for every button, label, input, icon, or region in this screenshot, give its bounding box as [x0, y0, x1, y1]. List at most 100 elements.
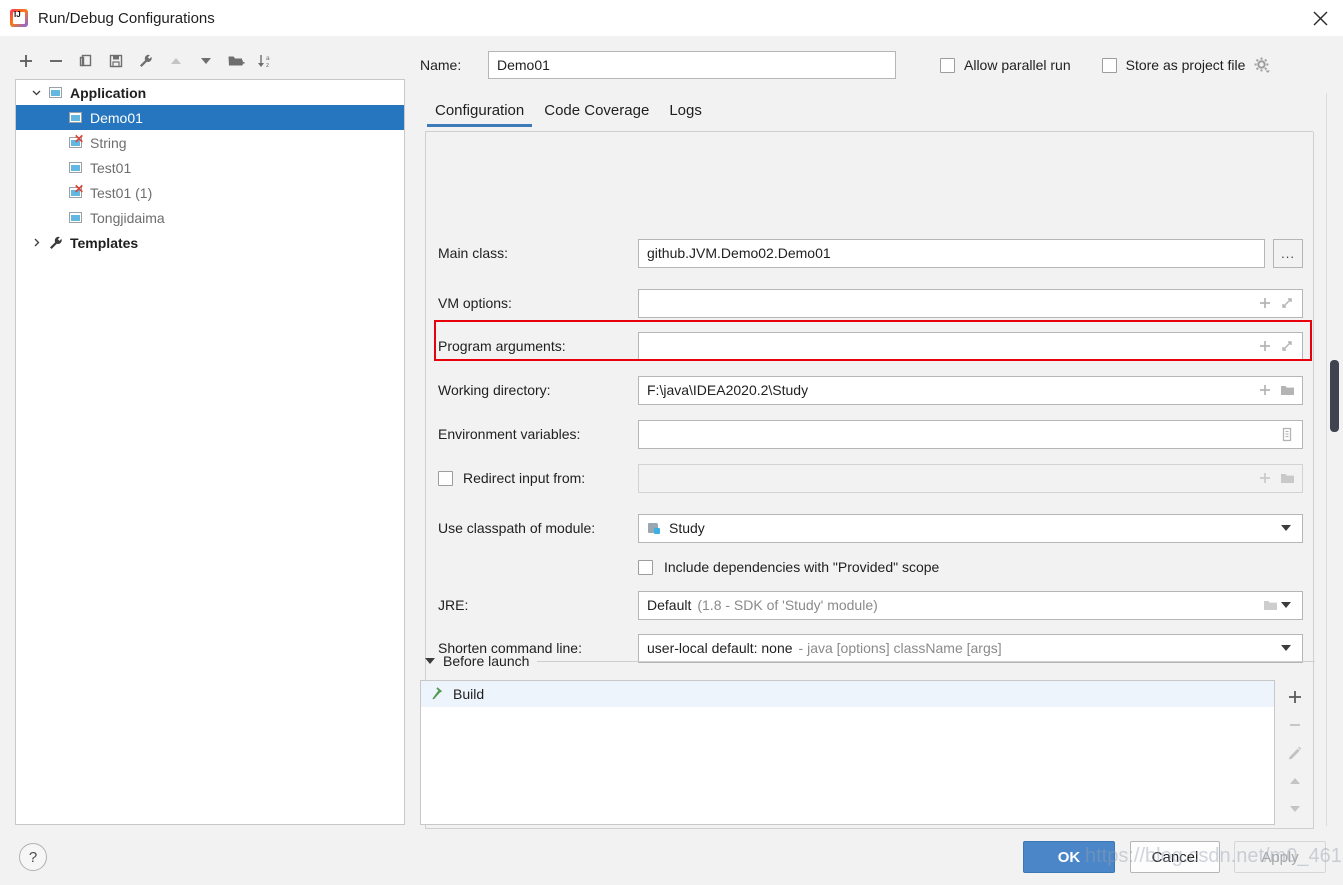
folder-icon[interactable] [1276, 467, 1298, 489]
expand-diagonal-icon[interactable] [1276, 292, 1298, 314]
close-icon[interactable] [1297, 0, 1343, 36]
before-launch-edit-button[interactable] [1281, 740, 1309, 766]
use-classpath-row: Use classpath of module: Study [438, 513, 1303, 543]
tree-node-templates[interactable]: Templates [16, 230, 404, 255]
new-folder-button[interactable] [224, 49, 248, 73]
main-class-input[interactable]: github.JVM.Demo02.Demo01 [638, 239, 1265, 268]
main-class-browse-button[interactable]: ... [1273, 239, 1303, 268]
before-launch-item-build[interactable]: Build [421, 681, 1274, 707]
remove-configuration-button[interactable] [44, 49, 68, 73]
before-launch-move-up-button[interactable] [1281, 768, 1309, 794]
tree-node-label: Templates [70, 235, 138, 251]
use-classpath-combo[interactable]: Study [638, 514, 1303, 543]
plus-icon[interactable] [1254, 292, 1276, 314]
add-configuration-button[interactable] [14, 49, 38, 73]
tab-code-coverage[interactable]: Code Coverage [534, 100, 659, 127]
expand-diagonal-icon[interactable] [1276, 335, 1298, 357]
tab-configuration[interactable]: Configuration [425, 100, 534, 127]
section-divider [537, 661, 1315, 662]
environment-variables-row: Environment variables: [438, 419, 1303, 449]
run-debug-configurations-dialog: Run/Debug Configurations [0, 0, 1343, 885]
name-input[interactable]: Demo01 [488, 51, 896, 79]
ellipsis-icon: ... [1281, 246, 1295, 261]
tree-node-tongjidaima[interactable]: Tongjidaima [16, 205, 404, 230]
before-launch-item-label: Build [453, 686, 484, 702]
tab-label: Logs [669, 102, 702, 119]
redirect-input-checkbox[interactable]: Redirect input from: [438, 470, 638, 486]
before-launch-add-button[interactable] [1281, 684, 1309, 710]
svg-text:a: a [266, 55, 270, 62]
chevron-right-icon[interactable] [28, 235, 44, 251]
tab-logs[interactable]: Logs [659, 100, 712, 127]
vm-options-row: VM options: [438, 288, 1303, 318]
jre-combo[interactable]: Default (1.8 - SDK of 'Study' module) [638, 591, 1303, 620]
name-label: Name: [420, 57, 488, 73]
chevron-down-icon[interactable] [425, 658, 435, 664]
program-arguments-input[interactable] [638, 332, 1303, 361]
use-classpath-label: Use classpath of module: [438, 520, 638, 536]
tab-label: Code Coverage [544, 102, 649, 119]
checkbox-box [1102, 58, 1117, 73]
redirect-input-field[interactable] [638, 464, 1303, 493]
sort-button[interactable]: a z [254, 49, 278, 73]
vertical-scrollbar-thumb[interactable] [1330, 360, 1339, 432]
save-configuration-button[interactable] [104, 49, 128, 73]
apply-button-label: Apply [1261, 849, 1299, 866]
tree-node-test01-1[interactable]: ✕ Test01 (1) [16, 180, 404, 205]
ok-button[interactable]: OK [1023, 841, 1115, 873]
working-directory-input[interactable]: F:\java\IDEA2020.2\Study [638, 376, 1303, 405]
tree-node-label: Application [70, 85, 146, 101]
folder-icon[interactable] [1259, 594, 1281, 616]
wrench-icon [48, 235, 64, 251]
store-as-project-file-label: Store as project file [1126, 57, 1246, 73]
environment-variables-input[interactable] [638, 420, 1303, 449]
tree-node-test01[interactable]: Test01 [16, 155, 404, 180]
build-hammer-icon [429, 685, 445, 704]
before-launch-header: Before launch [425, 650, 1315, 672]
folder-icon[interactable] [1276, 379, 1298, 401]
allow-parallel-run-checkbox[interactable]: Allow parallel run [940, 57, 1071, 73]
checkbox-box [940, 58, 955, 73]
chevron-down-icon[interactable] [1281, 602, 1291, 608]
move-up-button[interactable] [164, 49, 188, 73]
tree-node-demo01[interactable]: Demo01 [16, 105, 404, 130]
include-provided-scope-checkbox[interactable]: Include dependencies with "Provided" sco… [638, 552, 939, 582]
before-launch-side-toolbar [1277, 680, 1313, 825]
configurations-toolbar: a z [14, 46, 314, 76]
environment-variables-label: Environment variables: [438, 426, 638, 442]
move-down-button[interactable] [194, 49, 218, 73]
edit-templates-button[interactable] [134, 49, 158, 73]
tree-node-application[interactable]: Application [16, 80, 404, 105]
configurations-tree[interactable]: Application Demo01 ✕ String Test01 ✕ Tes… [15, 79, 405, 825]
vertical-scrollbar-track[interactable] [1326, 93, 1341, 826]
list-edit-icon[interactable] [1276, 423, 1298, 445]
use-classpath-value: Study [669, 520, 705, 536]
before-launch-move-down-button[interactable] [1281, 796, 1309, 822]
jre-value: Default [647, 597, 691, 613]
vm-options-input[interactable] [638, 289, 1303, 318]
application-config-icon [48, 85, 64, 101]
plus-icon[interactable] [1254, 467, 1276, 489]
store-as-project-file-checkbox[interactable]: Store as project file [1102, 57, 1246, 73]
help-button[interactable]: ? [19, 843, 47, 871]
before-launch-list[interactable]: Build [420, 680, 1275, 825]
program-arguments-label: Program arguments: [438, 338, 638, 354]
tree-node-string[interactable]: ✕ String [16, 130, 404, 155]
plus-icon[interactable] [1254, 335, 1276, 357]
chevron-down-icon[interactable] [1281, 525, 1291, 531]
name-row: Name: Demo01 Allow parallel run Store as… [420, 50, 1320, 80]
allow-parallel-run-label: Allow parallel run [964, 57, 1071, 73]
cancel-button[interactable]: Cancel [1130, 841, 1220, 873]
redirect-input-label: Redirect input from: [463, 470, 585, 486]
chevron-down-icon[interactable] [28, 85, 44, 101]
application-config-icon [68, 110, 84, 126]
apply-button[interactable]: Apply [1234, 841, 1326, 873]
svg-text:z: z [266, 62, 269, 69]
plus-icon[interactable] [1254, 379, 1276, 401]
main-class-value: github.JVM.Demo02.Demo01 [647, 245, 1260, 261]
program-arguments-row: Program arguments: [438, 331, 1303, 361]
copy-configuration-button[interactable] [74, 49, 98, 73]
before-launch-remove-button[interactable] [1281, 712, 1309, 738]
gear-icon[interactable] [1253, 56, 1271, 74]
jre-row: JRE: Default (1.8 - SDK of 'Study' modul… [438, 590, 1303, 620]
